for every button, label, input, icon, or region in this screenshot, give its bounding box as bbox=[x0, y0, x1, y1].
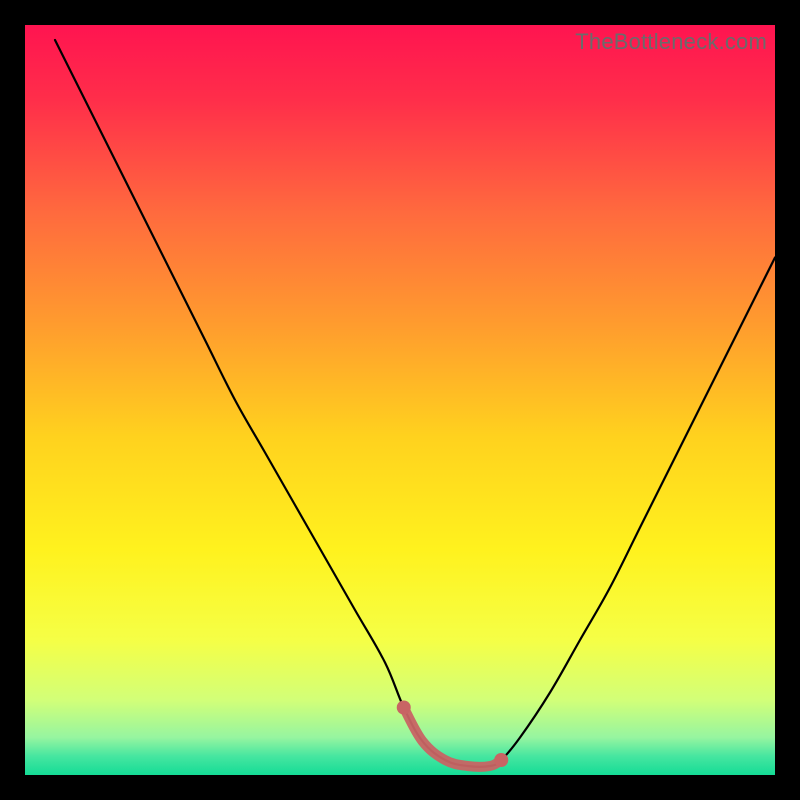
curve-layer bbox=[25, 25, 775, 775]
chart-frame: TheBottleneck.com bbox=[0, 0, 800, 800]
watermark-text: TheBottleneck.com bbox=[575, 29, 767, 55]
bottleneck-curve bbox=[55, 40, 775, 767]
highlight-flat bbox=[397, 701, 509, 768]
plot-area: TheBottleneck.com bbox=[25, 25, 775, 775]
